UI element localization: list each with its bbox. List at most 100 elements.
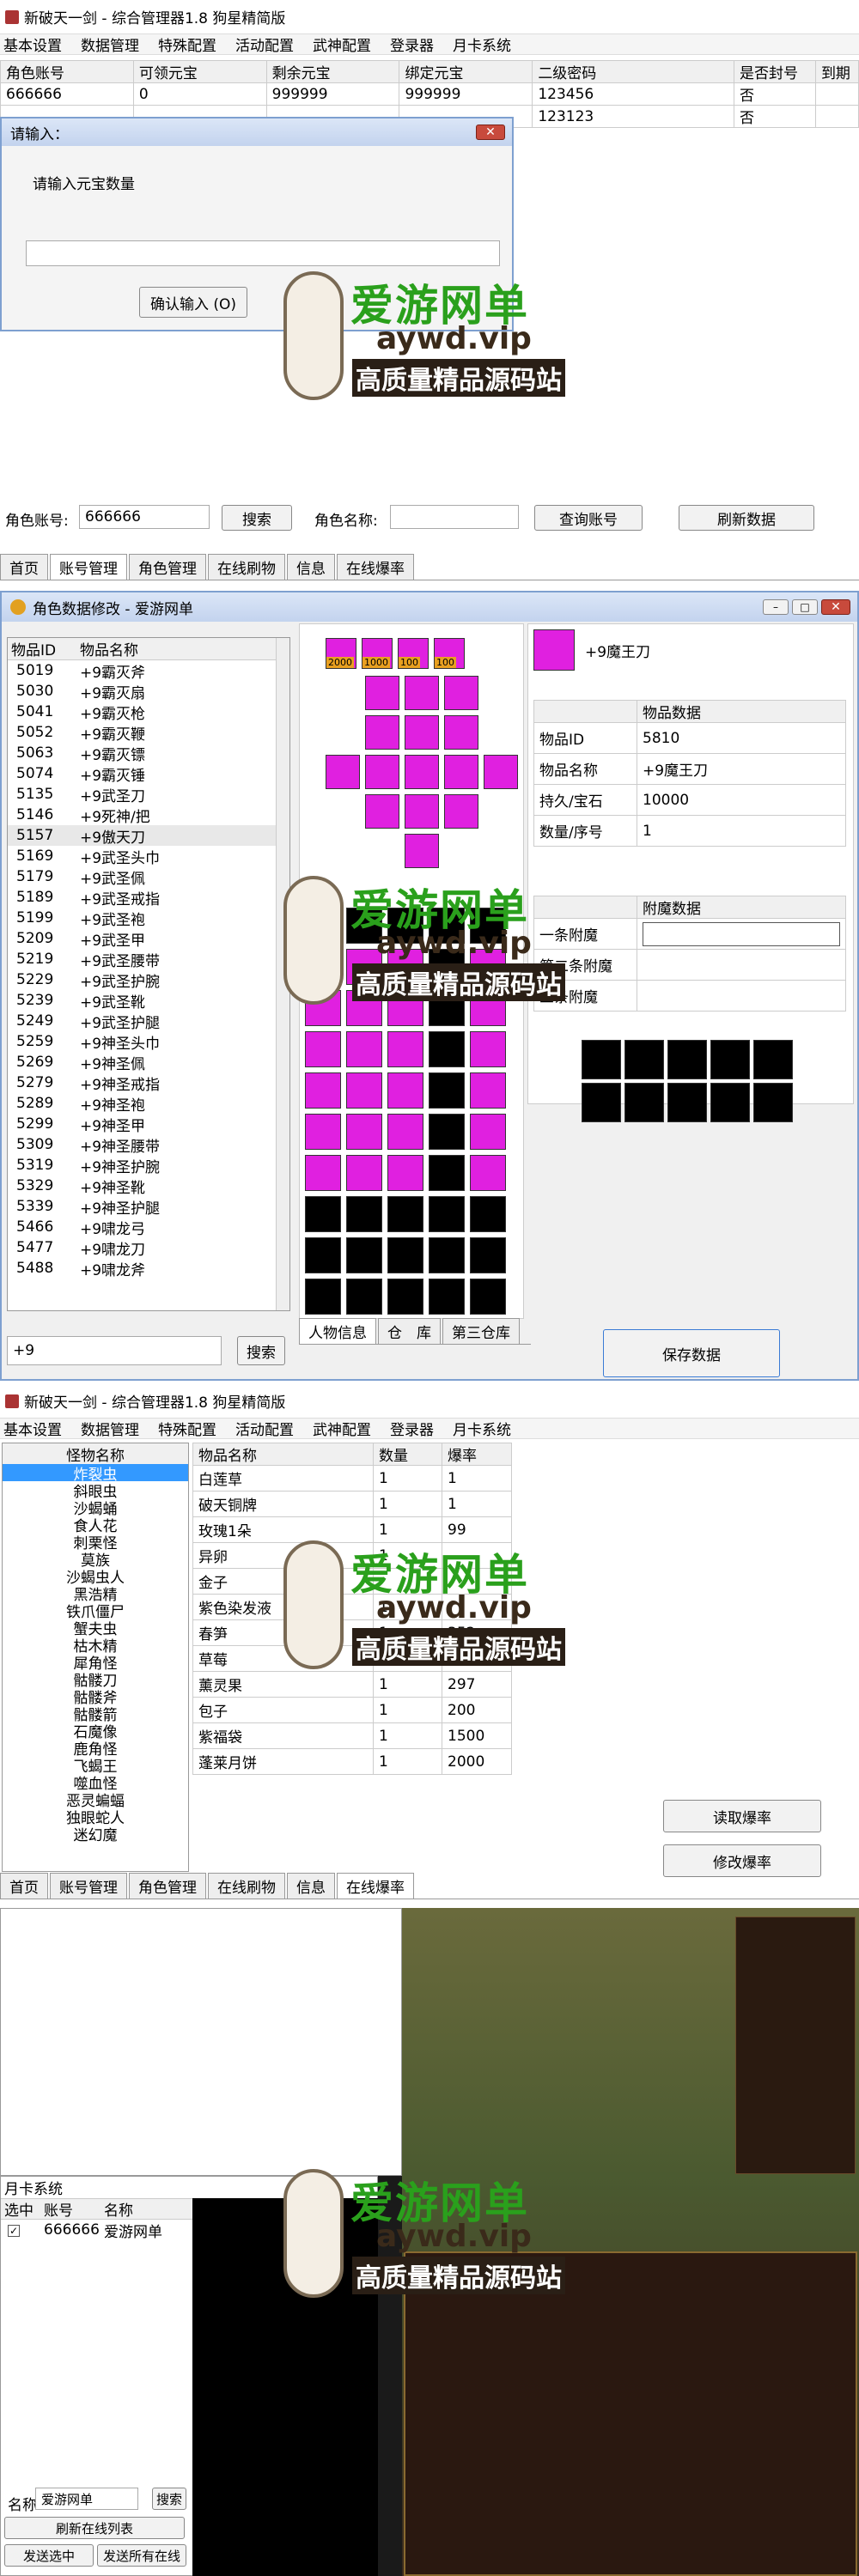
list-item[interactable]: 5339 +9神圣护腿 xyxy=(8,1196,289,1218)
list-item[interactable]: 5309 +9神圣腰带 xyxy=(8,1134,289,1156)
menu-monthcard[interactable]: 月卡系统 xyxy=(453,33,511,55)
bag-slot[interactable] xyxy=(470,1279,506,1315)
bag-slot[interactable] xyxy=(470,1155,506,1191)
tab-home[interactable]: 首页 xyxy=(0,554,48,580)
gem-slot[interactable] xyxy=(667,1040,707,1079)
list-item[interactable]: 5146 +9死神/把 xyxy=(8,805,289,826)
prop-value[interactable]: 1 xyxy=(637,815,846,847)
item-slot[interactable]: 100 xyxy=(398,638,429,669)
menu-special[interactable]: 特殊配置 xyxy=(158,1418,216,1439)
equip-slot[interactable] xyxy=(484,715,518,750)
list-item[interactable]: 5289 +9神圣袍 xyxy=(8,1093,289,1115)
menu-activity[interactable]: 活动配置 xyxy=(235,33,294,55)
bag-slot[interactable] xyxy=(429,1237,465,1273)
col-account[interactable]: 角色账号 xyxy=(0,60,134,83)
bag-slot[interactable] xyxy=(429,1072,465,1109)
list-item[interactable]: 5239 +9武圣靴 xyxy=(8,990,289,1012)
attach-value[interactable] xyxy=(637,980,846,1012)
equip-slot[interactable] xyxy=(444,794,478,829)
bag-slot[interactable] xyxy=(305,1031,341,1067)
read-drop-button[interactable]: 读取爆率 xyxy=(663,1800,821,1832)
tab-online-items[interactable]: 在线刷物 xyxy=(208,554,285,580)
equip-slot[interactable] xyxy=(484,676,518,710)
menu-data[interactable]: 数据管理 xyxy=(81,33,139,55)
table-row[interactable]: 蓬莱月饼 1 2000 xyxy=(192,1748,512,1775)
tab-character-info[interactable]: 人物信息 xyxy=(299,1318,376,1344)
equip-slot[interactable] xyxy=(405,834,439,868)
bag-slot[interactable] xyxy=(387,1114,423,1150)
equip-slot[interactable] xyxy=(444,834,478,868)
col-drop-rate[interactable]: 爆率 xyxy=(442,1443,512,1466)
col-item-name[interactable]: 物品名称 xyxy=(80,638,138,659)
bag-slot[interactable] xyxy=(305,1237,341,1273)
bag-slot[interactable] xyxy=(387,1196,423,1232)
tab-account[interactable]: 账号管理 xyxy=(50,554,127,580)
list-item[interactable]: 5169 +9武圣头巾 xyxy=(8,846,289,867)
bag-slot[interactable] xyxy=(387,1031,423,1067)
equip-slot[interactable] xyxy=(405,755,439,789)
bag-slot[interactable] xyxy=(305,1072,341,1109)
gem-slot[interactable] xyxy=(624,1040,664,1079)
bag-slot[interactable] xyxy=(305,1279,341,1315)
equip-slot[interactable] xyxy=(444,755,478,789)
item-search-input[interactable]: +9 xyxy=(7,1336,222,1365)
equip-slot[interactable] xyxy=(405,715,439,750)
bag-slot[interactable] xyxy=(470,1237,506,1273)
table-row[interactable]: 666666 0 999999 999999 123456 否 xyxy=(0,82,859,106)
bag-slot[interactable] xyxy=(305,1196,341,1232)
tab-third-warehouse[interactable]: 第三仓库 xyxy=(442,1318,520,1344)
bag-slot[interactable] xyxy=(387,1155,423,1191)
bag-slot[interactable] xyxy=(346,1114,382,1150)
equip-slot[interactable] xyxy=(326,715,360,750)
send-all-button[interactable]: 发送所有在线 xyxy=(97,2544,186,2567)
bag-slot[interactable] xyxy=(346,1237,382,1273)
send-selected-button[interactable]: 发送选中 xyxy=(4,2544,94,2567)
bag-slot[interactable] xyxy=(346,1031,382,1067)
close-icon[interactable]: ✕ xyxy=(476,125,505,140)
prop-value[interactable]: +9魔王刀 xyxy=(637,753,846,785)
role-name-input[interactable] xyxy=(390,505,519,529)
list-item[interactable]: 5219 +9武圣腰带 xyxy=(8,949,289,970)
equip-slot[interactable] xyxy=(326,794,360,829)
menu-wushen[interactable]: 武神配置 xyxy=(313,33,371,55)
tab-info[interactable]: 信息 xyxy=(287,554,335,580)
gem-slot[interactable] xyxy=(710,1040,750,1079)
search-button[interactable]: 搜索 xyxy=(222,505,292,531)
equip-slot[interactable] xyxy=(444,676,478,710)
query-account-button[interactable]: 查询账号 xyxy=(534,505,643,531)
list-item[interactable]: 5259 +9神圣头巾 xyxy=(8,1031,289,1053)
col-select[interactable]: 选中 xyxy=(1,2198,44,2220)
save-data-button[interactable]: 保存数据 xyxy=(603,1329,780,1377)
equip-slot[interactable] xyxy=(365,676,399,710)
refresh-button[interactable]: 刷新数据 xyxy=(679,505,814,531)
table-row[interactable]: 白莲草 1 1 xyxy=(192,1465,512,1492)
list-item[interactable]: 5269 +9神圣佩 xyxy=(8,1052,289,1073)
bag-slot[interactable] xyxy=(305,1114,341,1150)
attach-value[interactable] xyxy=(637,918,846,950)
list-item[interactable]: 5299 +9神圣甲 xyxy=(8,1114,289,1135)
table-row[interactable]: 紫福袋 1 1500 xyxy=(192,1722,512,1749)
tab-info[interactable]: 信息 xyxy=(287,1873,335,1899)
refresh-online-button[interactable]: 刷新在线列表 xyxy=(4,2517,185,2539)
search-button[interactable]: 搜索 xyxy=(152,2488,186,2510)
bag-slot[interactable] xyxy=(429,1196,465,1232)
list-item[interactable]: 5189 +9武圣戒指 xyxy=(8,887,289,908)
equip-slot[interactable] xyxy=(484,794,518,829)
item-slot[interactable]: 2000 xyxy=(326,638,356,669)
col-claimable[interactable]: 可领元宝 xyxy=(132,60,267,83)
attach-input[interactable] xyxy=(643,921,840,946)
bag-slot[interactable] xyxy=(305,1155,341,1191)
col-drop-item[interactable]: 物品名称 xyxy=(192,1443,374,1466)
list-item[interactable]: 5063 +9霸灭镖 xyxy=(8,743,289,764)
list-item[interactable]: 5477 +9啸龙刀 xyxy=(8,1237,289,1259)
list-item[interactable]: 5074 +9霸灭锤 xyxy=(8,763,289,785)
item-search-button[interactable]: 搜索 xyxy=(237,1336,285,1365)
bag-slot[interactable] xyxy=(429,1031,465,1067)
menu-special[interactable]: 特殊配置 xyxy=(158,33,216,55)
list-item[interactable]: 5209 +9武圣甲 xyxy=(8,928,289,950)
tab-online-items[interactable]: 在线刷物 xyxy=(208,1873,285,1899)
col-name[interactable]: 名称 xyxy=(104,2198,133,2220)
dialog-input[interactable] xyxy=(26,240,500,266)
name-input[interactable]: 爱游网单 xyxy=(35,2488,138,2510)
item-slot[interactable]: 1000 xyxy=(362,638,393,669)
